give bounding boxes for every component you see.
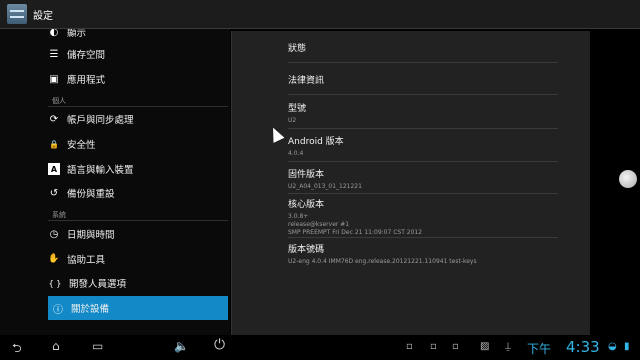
row-divider <box>288 94 558 95</box>
row-divider <box>288 193 558 194</box>
row-title: 版本號碼 <box>288 245 325 255</box>
row-divider <box>288 161 558 162</box>
sidebar-item-accessibility[interactable]: ✋ 協助工具 <box>48 251 228 267</box>
sidebar-item-display[interactable]: ◐ 顯示 <box>48 29 228 40</box>
row-divider <box>288 128 558 129</box>
sidebar-item-label: 應用程式 <box>67 75 106 86</box>
sidebar-item-about[interactable]: ⓘ 關於設備 <box>48 296 228 320</box>
category-personal: 個人 <box>52 97 66 105</box>
sidebar-item-label: 帳戶與同步處理 <box>67 115 134 126</box>
sidebar-item-label: 語言與輸入裝置 <box>67 165 134 176</box>
about-device-panel: 狀態 法律資訊 型號 U2 Android 版本 4.0.4 固件版本 U2_A… <box>231 31 590 335</box>
row-title: 固件版本 <box>288 170 325 180</box>
sidebar-item-storage[interactable]: ☰ 儲存空間 <box>48 46 228 62</box>
notification-icon: ▫ <box>430 341 437 352</box>
row-value: U2 <box>288 117 297 124</box>
recents-icon[interactable]: ▭ <box>92 339 103 353</box>
sidebar-item-security[interactable]: 🔒 安全性 <box>48 136 228 152</box>
wifi-icon: ◒ <box>608 341 617 352</box>
clock-icon: ◷ <box>49 228 59 240</box>
backup-icon: ↺ <box>49 187 59 199</box>
sidebar-item-label: 安全性 <box>67 140 96 151</box>
legal-info-row[interactable]: 法律資訊 <box>288 73 558 86</box>
power-icon[interactable]: ⏻ <box>214 337 225 353</box>
kernel-version-row: 核心版本 3.0.8+ release@kserver #1 SMP PREEM… <box>288 197 558 237</box>
sync-icon: ⟳ <box>49 113 59 125</box>
sidebar-item-developer[interactable]: { } 開發人員選項 <box>48 275 228 291</box>
hand-icon: ✋ <box>48 254 60 264</box>
row-title: 型號 <box>288 104 307 114</box>
battery-icon: ▮ <box>624 341 630 352</box>
notification-icon: ▫ <box>452 341 459 352</box>
sidebar-item-label: 開發人員選項 <box>69 279 127 290</box>
volume-down-icon[interactable]: 🔈 <box>174 339 189 353</box>
row-title: 法律資訊 <box>288 76 325 86</box>
sidebar-item-label: 備份與重設 <box>67 189 115 200</box>
row-divider <box>288 62 558 63</box>
usb-icon: ⍊ <box>505 341 511 352</box>
language-icon: A <box>48 163 60 175</box>
info-icon: ⓘ <box>53 304 63 316</box>
sidebar-item-label: 日期與時間 <box>67 230 115 241</box>
sidebar-item-backup[interactable]: ↺ 備份與重設 <box>48 185 228 201</box>
row-title: 核心版本 <box>288 200 325 210</box>
settings-headers-list[interactable]: ◐ 顯示 ☰ 儲存空間 ▣ 應用程式 個人 ⟳ 帳戶與同步處理 🔒 安全性 A … <box>0 29 230 335</box>
app-title: 設定 <box>33 10 53 22</box>
row-divider <box>288 237 558 238</box>
category-divider <box>48 106 228 107</box>
apps-icon: ▣ <box>49 73 59 85</box>
action-bar: 設定 <box>0 0 640 28</box>
android-version-row[interactable]: Android 版本 4.0.4 <box>288 134 558 158</box>
category-system: 系統 <box>52 211 66 219</box>
kernel-line: 3.0.8+ <box>288 213 309 220</box>
sidebar-item-label: 儲存空間 <box>67 50 106 61</box>
sidebar-item-label: 關於設備 <box>71 304 110 315</box>
status-row[interactable]: 狀態 <box>288 41 558 54</box>
model-row: 型號 U2 <box>288 101 558 125</box>
gallery-icon: ▨ <box>480 341 490 352</box>
sidebar-item-accounts[interactable]: ⟳ 帳戶與同步處理 <box>48 111 228 127</box>
firmware-version-row: 固件版本 U2_A04_013_01_121221 <box>288 167 558 191</box>
row-value: 4.0.4 <box>288 150 304 157</box>
sidebar-item-label: 顯示 <box>67 29 87 39</box>
clock-time: 4:33 <box>566 338 600 356</box>
clock-ampm: 下午 <box>527 342 552 356</box>
storage-icon: ☰ <box>49 48 59 60</box>
home-icon[interactable]: ⌂ <box>52 339 60 353</box>
kernel-line: release@kserver #1 <box>288 221 350 228</box>
sidebar-item-datetime[interactable]: ◷ 日期與時間 <box>48 226 228 242</box>
row-title: Android 版本 <box>288 137 344 147</box>
display-icon: ◐ <box>49 29 59 38</box>
settings-app-icon[interactable] <box>7 4 27 24</box>
lock-icon: 🔒 <box>49 139 59 149</box>
row-value: U2_A04_013_01_121221 <box>288 183 362 190</box>
developer-icon: { } <box>48 278 62 288</box>
kernel-line: SMP PREEMPT Fri Dec 21 11:09:07 CST 2012 <box>288 229 423 236</box>
row-value: U2-eng 4.0.4 IMM76D eng.release.20121221… <box>288 258 477 265</box>
sidebar-item-language[interactable]: A 語言與輸入裝置 <box>48 161 228 177</box>
system-navigation-bar: ⮌ ⌂ ▭ 🔈 ⏻ ▫ ▫ ▫ ▨ ⍊ 下午 4:33 ◒ ▮ <box>0 335 640 360</box>
row-value: 3.0.8+ release@kserver #1 SMP PREEMPT Fr… <box>288 213 558 237</box>
sidebar-item-apps[interactable]: ▣ 應用程式 <box>48 71 228 87</box>
back-icon[interactable]: ⮌ <box>12 339 22 360</box>
notification-icon: ▫ <box>406 341 413 352</box>
sidebar-item-label: 協助工具 <box>67 255 106 266</box>
category-divider <box>48 220 228 221</box>
build-number-row[interactable]: 版本號碼 U2-eng 4.0.4 IMM76D eng.release.201… <box>288 242 558 266</box>
row-title: 狀態 <box>288 44 307 54</box>
floating-handle-button[interactable] <box>619 170 637 188</box>
